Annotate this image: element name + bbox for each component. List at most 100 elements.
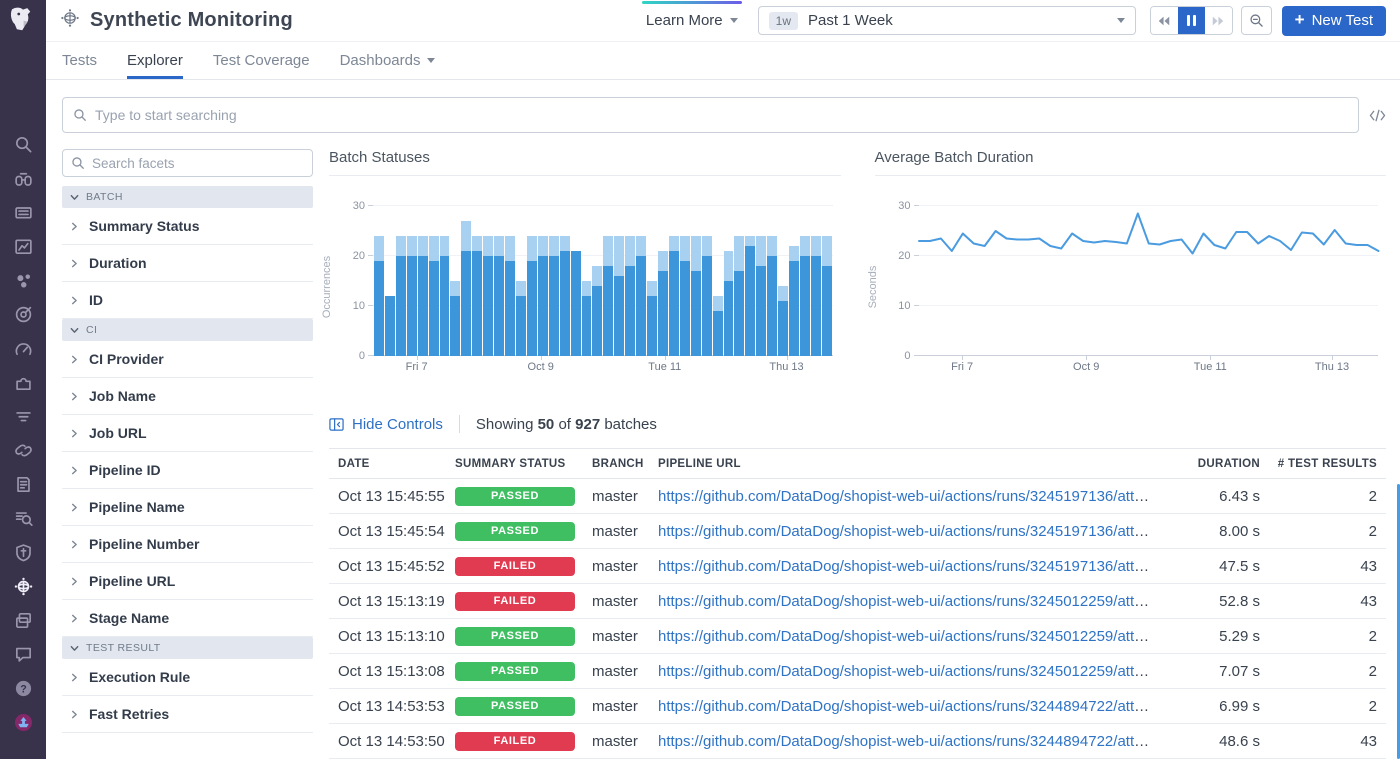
table-row[interactable]: Oct 13 14:53:50FAILEDmasterhttps://githu… <box>329 724 1386 759</box>
search-box[interactable] <box>62 97 1359 133</box>
pipeline-url-link[interactable]: https://github.com/DataDog/shopist-web-u… <box>658 523 1158 540</box>
batch-bar[interactable] <box>538 236 548 356</box>
search-icon[interactable] <box>12 133 34 155</box>
table-row[interactable]: Oct 13 15:45:55PASSEDmasterhttps://githu… <box>329 479 1386 514</box>
tab-tests[interactable]: Tests <box>62 42 97 79</box>
column-header-pipeline-url[interactable]: PIPELINE URL <box>654 458 1158 470</box>
learn-more-button[interactable]: Learn More <box>644 8 740 33</box>
batch-bar[interactable] <box>625 236 635 356</box>
batch-bar[interactable] <box>778 286 788 356</box>
tab-test-coverage[interactable]: Test Coverage <box>213 42 310 79</box>
batch-bar[interactable] <box>592 266 602 356</box>
batch-bar[interactable] <box>429 236 439 356</box>
batch-bar[interactable] <box>407 236 417 356</box>
hexagon-cluster-icon[interactable] <box>12 269 34 291</box>
batch-bar[interactable] <box>472 236 482 356</box>
log-search-icon[interactable] <box>12 507 34 529</box>
batch-bar[interactable] <box>745 236 755 356</box>
facet-item-pipeline-url[interactable]: Pipeline URL <box>62 563 313 600</box>
batch-bar[interactable] <box>374 236 384 356</box>
new-test-button[interactable]: + New Test <box>1282 6 1386 36</box>
facet-group-test-result[interactable]: TEST RESULT <box>62 637 313 659</box>
batch-bar[interactable] <box>756 236 766 356</box>
batch-bar[interactable] <box>483 236 493 356</box>
batch-bar[interactable] <box>396 236 406 356</box>
facet-search-box[interactable] <box>62 149 313 177</box>
batch-bar[interactable] <box>658 251 668 356</box>
pipeline-url-link[interactable]: https://github.com/DataDog/shopist-web-u… <box>658 593 1158 610</box>
windows-icon[interactable] <box>12 609 34 631</box>
facet-group-ci[interactable]: CI <box>62 319 313 341</box>
batch-bar[interactable] <box>571 251 581 356</box>
batch-bar[interactable] <box>450 281 460 356</box>
table-row[interactable]: Oct 13 15:45:54PASSEDmasterhttps://githu… <box>329 514 1386 549</box>
filter-lines-icon[interactable] <box>12 405 34 427</box>
table-row[interactable]: Oct 13 14:53:53PASSEDmasterhttps://githu… <box>329 689 1386 724</box>
batch-bar[interactable] <box>713 296 723 356</box>
facet-group-batch[interactable]: BATCH <box>62 186 313 208</box>
batch-bar[interactable] <box>647 281 657 356</box>
batch-bar[interactable] <box>614 236 624 356</box>
batch-bar[interactable] <box>680 236 690 356</box>
facet-search-input[interactable] <box>92 156 304 171</box>
batch-bar[interactable] <box>734 236 744 356</box>
batch-bar[interactable] <box>440 236 450 356</box>
batch-bar[interactable] <box>549 236 559 356</box>
facet-item-duration[interactable]: Duration <box>62 245 313 282</box>
batch-bar[interactable] <box>822 236 832 356</box>
batch-bar[interactable] <box>505 236 515 356</box>
batch-bar[interactable] <box>789 246 799 356</box>
facet-item-ci-provider[interactable]: CI Provider <box>62 341 313 378</box>
batch-bar[interactable] <box>603 236 613 356</box>
link-icon[interactable] <box>12 439 34 461</box>
batch-bar[interactable] <box>582 281 592 356</box>
pipeline-url-link[interactable]: https://github.com/DataDog/shopist-web-u… <box>658 663 1158 680</box>
facet-item-pipeline-id[interactable]: Pipeline ID <box>62 452 313 489</box>
table-row[interactable]: Oct 13 15:13:19FAILEDmasterhttps://githu… <box>329 584 1386 619</box>
batch-bar[interactable] <box>527 236 537 356</box>
pipeline-url-link[interactable]: https://github.com/DataDog/shopist-web-u… <box>658 628 1158 645</box>
batch-bar[interactable] <box>516 281 526 356</box>
batch-bar[interactable] <box>702 236 712 356</box>
plot-area[interactable]: 0102030 <box>373 198 833 356</box>
notebook-icon[interactable] <box>12 473 34 495</box>
facet-item-id[interactable]: ID <box>62 282 313 319</box>
facet-item-fast-retries[interactable]: Fast Retries <box>62 696 313 733</box>
batch-bar[interactable] <box>811 236 821 356</box>
time-range-picker[interactable]: 1w Past 1 Week <box>758 6 1136 35</box>
synthetics-globe-icon[interactable] <box>12 575 34 597</box>
table-row[interactable]: Oct 13 15:13:08PASSEDmasterhttps://githu… <box>329 654 1386 689</box>
zoom-out-button[interactable] <box>1241 6 1272 35</box>
chat-icon[interactable] <box>12 643 34 665</box>
binoculars-icon[interactable] <box>12 167 34 189</box>
column-header-test-results[interactable]: # TEST RESULTS <box>1264 458 1386 470</box>
table-row[interactable]: Oct 13 15:45:52FAILEDmasterhttps://githu… <box>329 549 1386 584</box>
rewind-button[interactable] <box>1151 7 1178 34</box>
code-query-icon[interactable] <box>1369 108 1386 123</box>
datadog-dog-logo[interactable] <box>8 5 38 35</box>
column-header-duration[interactable]: DURATION <box>1158 458 1264 470</box>
batch-bar[interactable] <box>669 236 679 356</box>
batch-bar[interactable] <box>385 296 395 356</box>
facet-item-summary-status[interactable]: Summary Status <box>62 208 313 245</box>
pipeline-url-link[interactable]: https://github.com/DataDog/shopist-web-u… <box>658 733 1158 750</box>
batch-bar[interactable] <box>767 236 777 356</box>
column-header-summary-status[interactable]: SUMMARY STATUS <box>451 458 588 470</box>
tab-explorer[interactable]: Explorer <box>127 42 183 79</box>
pipeline-url-link[interactable]: https://github.com/DataDog/shopist-web-u… <box>658 698 1158 715</box>
hide-controls-button[interactable]: Hide Controls <box>329 416 443 433</box>
batch-bar[interactable] <box>800 236 810 356</box>
tab-dashboards[interactable]: Dashboards <box>340 42 436 79</box>
pause-button[interactable] <box>1178 7 1205 34</box>
facet-item-pipeline-name[interactable]: Pipeline Name <box>62 489 313 526</box>
facet-item-pipeline-number[interactable]: Pipeline Number <box>62 526 313 563</box>
column-header-branch[interactable]: BRANCH <box>588 458 654 470</box>
batch-bar[interactable] <box>494 236 504 356</box>
fast-forward-button[interactable] <box>1205 7 1232 34</box>
facet-item-job-name[interactable]: Job Name <box>62 378 313 415</box>
batch-bar[interactable] <box>560 236 570 356</box>
target-icon[interactable] <box>12 303 34 325</box>
batch-bar[interactable] <box>636 236 646 356</box>
metrics-chart-icon[interactable] <box>12 235 34 257</box>
facet-item-execution-rule[interactable]: Execution Rule <box>62 659 313 696</box>
